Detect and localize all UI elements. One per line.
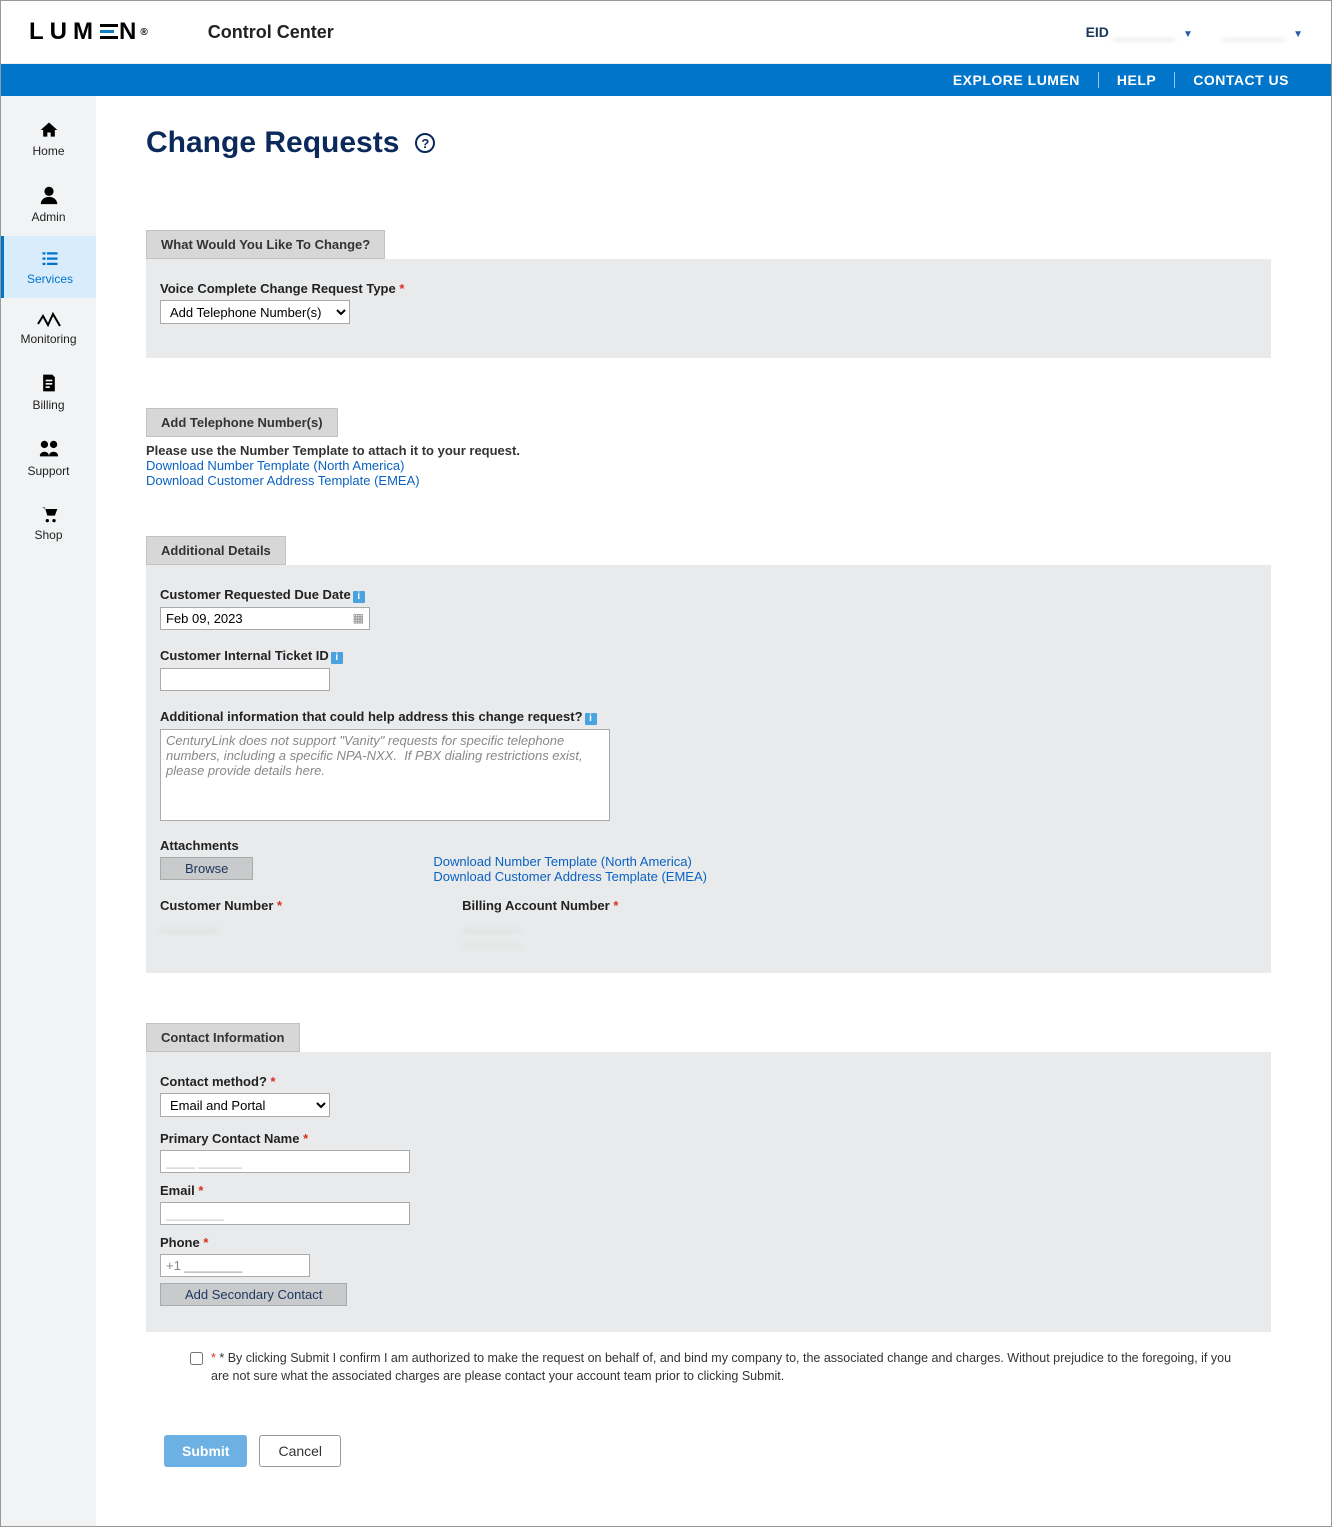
attachments-label: Attachments: [160, 838, 253, 853]
cancel-button[interactable]: Cancel: [259, 1435, 341, 1467]
info-icon[interactable]: i: [353, 591, 365, 603]
sidebar-item-admin[interactable]: Admin: [1, 170, 96, 236]
sidebar-item-label: Shop: [5, 528, 92, 542]
section-tab-contact: Contact Information: [146, 1023, 300, 1052]
ticket-id-label: Customer Internal Ticket IDi: [160, 648, 1257, 664]
section-tab-change: What Would You Like To Change?: [146, 230, 385, 259]
sidebar-item-shop[interactable]: Shop: [1, 490, 96, 554]
email-input[interactable]: [160, 1202, 410, 1225]
utility-nav: EXPLORE LUMEN HELP CONTACT US: [1, 64, 1331, 96]
info-icon[interactable]: i: [331, 652, 343, 664]
download-number-template-link[interactable]: Download Number Template (North America): [146, 458, 404, 473]
confirm-text: * * By clicking Submit I confirm I am au…: [211, 1350, 1241, 1385]
sidebar-item-label: Services: [8, 272, 92, 286]
main-content: Change Requests ? What Would You Like To…: [96, 96, 1331, 1526]
browse-button[interactable]: Browse: [160, 857, 253, 880]
admin-icon: [38, 184, 60, 206]
contact-us-link[interactable]: CONTACT US: [1174, 72, 1307, 88]
sidebar-item-label: Admin: [5, 210, 92, 224]
eid-dropdown[interactable]: EID ________ ▼: [1086, 24, 1193, 40]
phone-label: Phone *: [160, 1235, 1257, 1250]
sidebar: Home Admin Services Monitoring Billing S…: [1, 96, 96, 1526]
submit-button[interactable]: Submit: [164, 1435, 247, 1467]
calendar-icon[interactable]: ▦: [353, 611, 364, 625]
brand-logo: L U M N ®: [29, 18, 148, 46]
shop-icon: [38, 504, 60, 524]
additional-info-textarea[interactable]: [160, 729, 610, 821]
services-icon: [39, 250, 61, 268]
billing-account-label: Billing Account Number *: [462, 898, 618, 913]
sidebar-item-monitoring[interactable]: Monitoring: [1, 298, 96, 358]
phone-input[interactable]: [160, 1254, 310, 1277]
billing-account-value: ________ ________: [462, 917, 618, 947]
download-address-template-link[interactable]: Download Customer Address Template (EMEA…: [146, 473, 420, 488]
due-date-label: Customer Requested Due Datei: [160, 587, 1257, 603]
download-address-template-link-2[interactable]: Download Customer Address Template (EMEA…: [433, 869, 707, 884]
sidebar-item-support[interactable]: Support: [1, 424, 96, 490]
home-icon: [38, 120, 60, 140]
customer-number-label: Customer Number *: [160, 898, 282, 913]
page-title: Change Requests ?: [146, 126, 1271, 160]
sidebar-item-label: Support: [5, 464, 92, 478]
section-tab-add: Add Telephone Number(s): [146, 408, 338, 437]
email-label: Email *: [160, 1183, 1257, 1198]
additional-info-label: Additional information that could help a…: [160, 709, 1257, 725]
sidebar-item-label: Billing: [5, 398, 92, 412]
monitoring-icon: [37, 312, 61, 328]
billing-icon: [39, 372, 59, 394]
template-note: Please use the Number Template to attach…: [146, 443, 1271, 458]
section-change: Voice Complete Change Request Type * Add…: [146, 259, 1271, 358]
primary-contact-name-label: Primary Contact Name *: [160, 1131, 1257, 1146]
logo-e-icon: [100, 21, 118, 42]
due-date-input[interactable]: [160, 607, 370, 630]
customer-number-value: ________: [160, 917, 282, 932]
sidebar-item-services[interactable]: Services: [1, 236, 96, 298]
change-type-select[interactable]: Add Telephone Number(s): [160, 300, 350, 324]
sidebar-item-label: Monitoring: [5, 332, 92, 346]
info-icon[interactable]: i: [585, 713, 597, 725]
primary-contact-name-input[interactable]: [160, 1150, 410, 1173]
chevron-down-icon: ▼: [1183, 29, 1193, 40]
top-bar: L U M N ® Control Center EID ________ ▼ …: [1, 1, 1331, 64]
help-link[interactable]: HELP: [1098, 72, 1174, 88]
ticket-id-input[interactable]: [160, 668, 330, 691]
sidebar-item-home[interactable]: Home: [1, 106, 96, 170]
user-dropdown[interactable]: ________ ▼: [1223, 24, 1303, 40]
help-icon[interactable]: ?: [415, 133, 435, 153]
confirm-row: * * By clicking Submit I confirm I am au…: [190, 1350, 1241, 1385]
section-tab-details: Additional Details: [146, 536, 286, 565]
support-icon: [38, 438, 60, 460]
add-secondary-contact-button[interactable]: Add Secondary Contact: [160, 1283, 347, 1306]
sidebar-item-label: Home: [5, 144, 92, 158]
contact-method-label: Contact method? *: [160, 1074, 1257, 1089]
download-number-template-link-2[interactable]: Download Number Template (North America): [433, 854, 691, 869]
contact-method-select[interactable]: Email and Portal: [160, 1093, 330, 1117]
section-contact: Contact method? * Email and Portal Prima…: [146, 1052, 1271, 1332]
section-details: Customer Requested Due Datei ▦ Customer …: [146, 565, 1271, 973]
chevron-down-icon: ▼: [1293, 29, 1303, 40]
explore-lumen-link[interactable]: EXPLORE LUMEN: [935, 72, 1098, 88]
change-type-label: Voice Complete Change Request Type *: [160, 281, 1257, 296]
confirm-checkbox[interactable]: [190, 1352, 203, 1365]
sidebar-item-billing[interactable]: Billing: [1, 358, 96, 424]
app-title: Control Center: [208, 22, 334, 43]
